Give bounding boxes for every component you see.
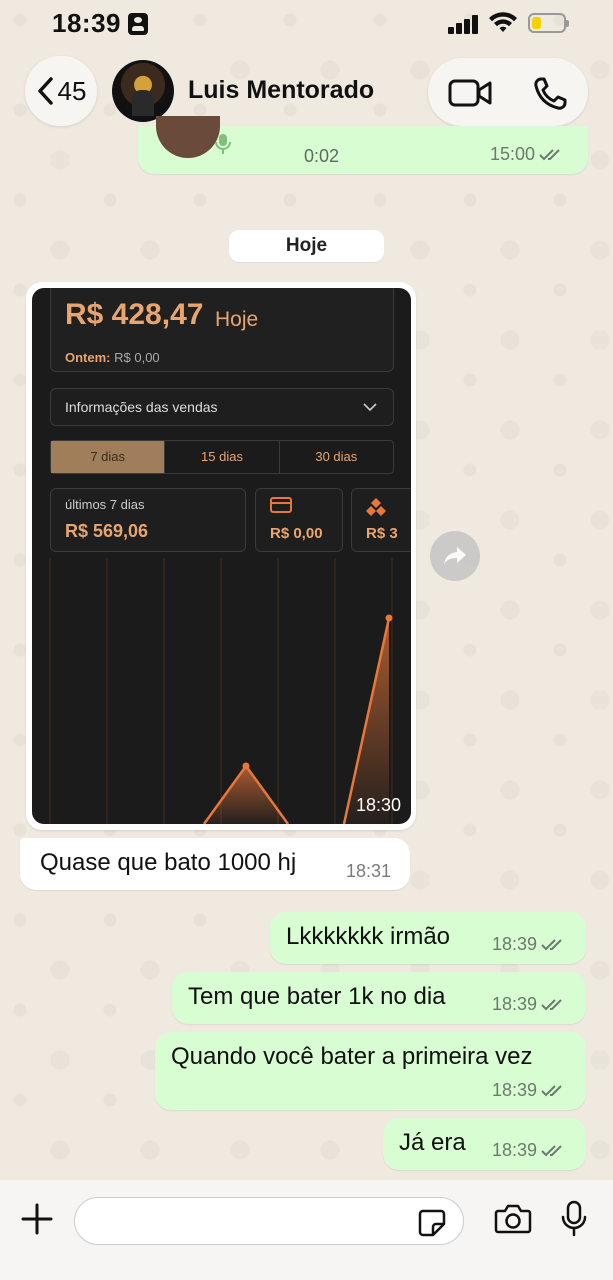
contact-avatar[interactable]: [112, 60, 174, 122]
read-ticks-icon: [541, 998, 562, 1010]
plus-icon[interactable]: [20, 1202, 54, 1236]
status-time: 18:39: [52, 8, 121, 38]
image-time: 18:30: [355, 795, 401, 815]
outgoing-text: Quando você bater a primeira vez: [171, 1043, 533, 1070]
outgoing-text: Tem que bater 1k no dia: [188, 983, 446, 1010]
outgoing-text: Já era: [399, 1129, 466, 1156]
shot-period-tab: 7 dias: [51, 441, 166, 473]
day-separator: Hoje: [229, 230, 384, 262]
shot-card-payment: R$ 0,00: [255, 488, 343, 552]
credit-card-icon: [270, 497, 292, 513]
chevron-down-icon: [363, 403, 377, 412]
shot-yesterday: Ontem: R$ 0,00: [65, 350, 160, 365]
shot-period-tabs: 7 dias 15 dias 30 dias: [50, 440, 394, 474]
shot-dropdown-label: Informações das vendas: [65, 399, 218, 415]
audio-sender-avatar: [156, 116, 220, 158]
shot-yesterday-value: R$ 0,00: [114, 350, 160, 365]
back-button[interactable]: 45: [25, 56, 97, 126]
read-ticks-icon: [539, 148, 560, 160]
read-ticks-icon: [541, 1084, 562, 1096]
chat-header: 45 Luis Mentorado: [0, 52, 613, 132]
outgoing-meta: 18:39: [492, 1080, 567, 1101]
wifi-icon: [489, 12, 517, 32]
shot-dropdown: Informações das vendas: [50, 388, 394, 426]
phone-call-icon[interactable]: [532, 76, 568, 112]
message-input[interactable]: [74, 1197, 464, 1245]
incoming-time: 18:31: [346, 861, 392, 881]
audio-duration: 0:02: [304, 146, 340, 166]
audio-message[interactable]: 0:02 15:00: [138, 116, 588, 174]
call-actions: [428, 58, 588, 126]
battery-icon: [528, 13, 569, 33]
shot-card-payment-value: R$ 0,00: [270, 525, 323, 542]
microphone-icon[interactable]: [561, 1200, 587, 1238]
back-chevron-icon: [37, 77, 53, 105]
outgoing-message[interactable]: Quando você bater a primeira vez 18:39: [155, 1032, 586, 1110]
microphone-badge-icon: [215, 134, 231, 154]
outgoing-time: 18:39: [492, 1080, 538, 1100]
forward-icon: [444, 547, 466, 565]
sticker-icon[interactable]: [417, 1208, 447, 1238]
contact-name[interactable]: Luis Mentorado: [188, 76, 374, 105]
outgoing-time: 18:39: [492, 1140, 538, 1160]
composer-bar: [0, 1180, 613, 1280]
status-bar: 18:39: [0, 0, 613, 48]
shot-sales-chart: [49, 558, 393, 824]
outgoing-time: 18:39: [492, 994, 538, 1014]
outgoing-meta: 18:39: [492, 934, 567, 955]
outgoing-message[interactable]: Já era 18:39: [383, 1118, 586, 1170]
shot-card-pix: R$ 3: [351, 488, 411, 552]
read-ticks-icon: [541, 938, 562, 950]
image-message[interactable]: R$ 428,47 Hoje Ontem: R$ 0,00 Informaçõe…: [26, 282, 416, 830]
signal-icon: [448, 14, 480, 34]
forward-button[interactable]: [430, 531, 480, 581]
shot-yesterday-label: Ontem:: [65, 350, 111, 365]
shot-card-pix-value: R$ 3: [366, 525, 398, 542]
video-call-icon[interactable]: [448, 78, 492, 108]
outgoing-text: Lkkkkkkk irmão: [286, 923, 451, 950]
shot-7day-value: R$ 569,06: [65, 521, 149, 541]
outgoing-meta: 18:39: [492, 994, 567, 1015]
outgoing-message[interactable]: Lkkkkkkk irmão 18:39: [270, 912, 586, 964]
audio-time: 15:00: [490, 144, 536, 164]
shot-today-value: R$ 428,47: [65, 298, 204, 331]
outgoing-meta: 18:39: [492, 1140, 567, 1161]
shot-7day-card: últimos 7 dias R$ 569,06: [50, 488, 246, 552]
read-ticks-icon: [541, 1144, 562, 1156]
camera-icon[interactable]: [494, 1204, 532, 1234]
outgoing-message[interactable]: Tem que bater 1k no dia 18:39: [172, 972, 586, 1024]
incoming-message[interactable]: Quase que bato 1000 hj 18:31: [20, 838, 410, 890]
audio-meta: 15:00: [490, 144, 565, 165]
pix-icon: [366, 498, 386, 516]
incoming-text: Quase que bato 1000 hj: [40, 849, 297, 876]
shot-7day-label: últimos 7 dias: [65, 497, 145, 512]
unread-count: 45: [57, 75, 87, 106]
shot-period-tab: 15 dias: [165, 441, 280, 473]
shot-today-label: Hoje: [215, 308, 259, 331]
outgoing-time: 18:39: [492, 934, 538, 954]
shot-period-tab: 30 dias: [315, 449, 358, 464]
sales-dashboard-screenshot[interactable]: R$ 428,47 Hoje Ontem: R$ 0,00 Informaçõe…: [32, 288, 411, 824]
contact-card-icon: [128, 13, 148, 35]
